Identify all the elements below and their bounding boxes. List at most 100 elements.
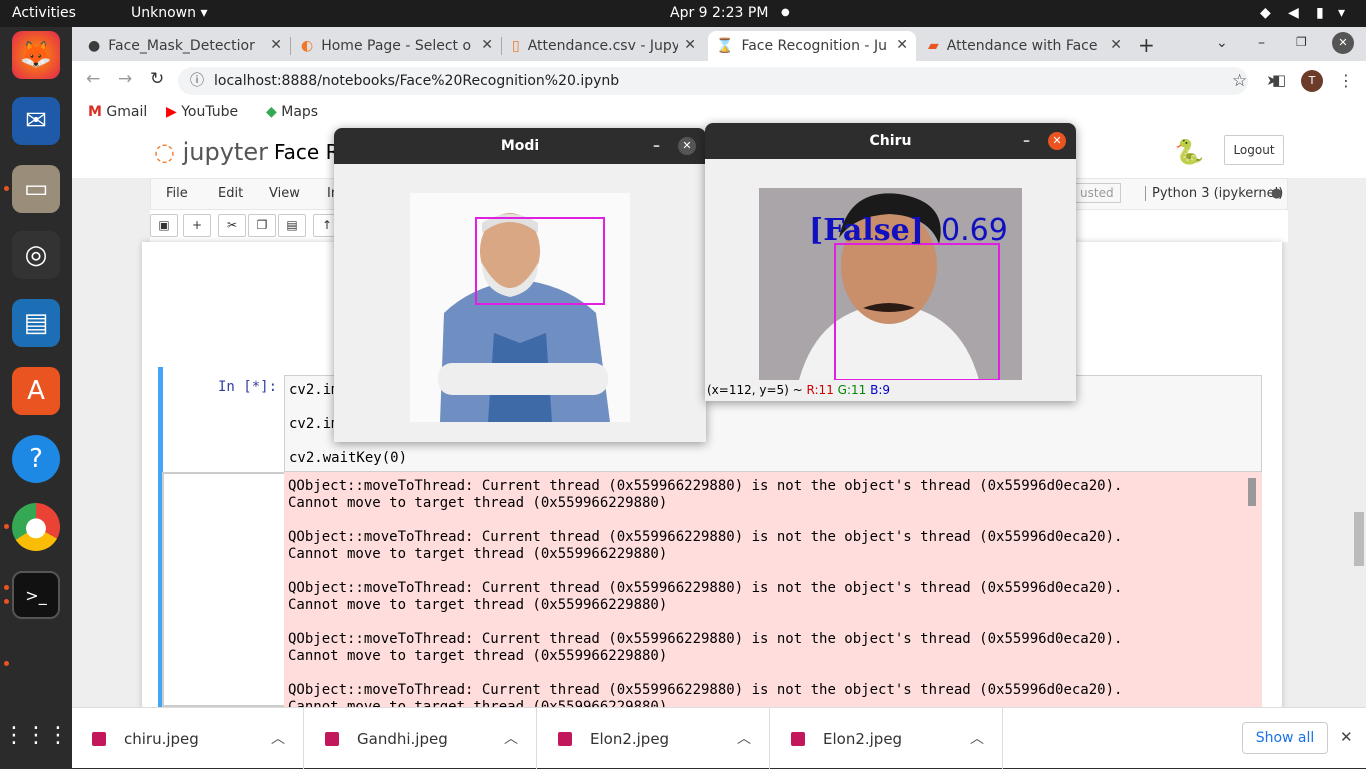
- menu-edit[interactable]: Edit: [218, 186, 243, 201]
- maximize-icon[interactable]: ❐: [1296, 35, 1307, 49]
- tab-close-icon[interactable]: ✕: [1110, 37, 1122, 53]
- image-file-icon: [325, 731, 339, 746]
- logout-button[interactable]: Logout: [1224, 135, 1284, 165]
- modi-image: [410, 193, 630, 422]
- chrome-icon[interactable]: ●: [12, 503, 60, 551]
- output-line: Cannot move to target thread (0x55996622…: [288, 648, 668, 664]
- forward-icon[interactable]: →: [118, 69, 132, 89]
- cursor-position: (x=112, y=5) ~: [707, 383, 803, 397]
- output-scrollbar-thumb[interactable]: [1248, 478, 1256, 506]
- chrome-menu-icon[interactable]: ⋮: [1338, 71, 1354, 90]
- python-logo-icon: 🐍: [1174, 138, 1204, 166]
- tab-close-icon[interactable]: ✕: [684, 37, 696, 53]
- chevron-up-icon[interactable]: ︿: [970, 728, 984, 748]
- close-downloads-icon[interactable]: ✕: [1340, 728, 1353, 746]
- close-icon[interactable]: ✕: [1048, 132, 1066, 150]
- bookmark-star-icon[interactable]: ☆: [1232, 71, 1247, 91]
- cut-icon[interactable]: ✂: [218, 214, 246, 237]
- show-apps-icon[interactable]: ⋮⋮⋮: [3, 711, 69, 759]
- bookmark-maps[interactable]: ◆ Maps: [266, 104, 318, 120]
- blue-value: B:9: [870, 383, 891, 397]
- rhythmbox-icon[interactable]: ◎: [12, 231, 60, 279]
- download-filename: Elon2.jpeg: [590, 729, 670, 748]
- copy-icon[interactable]: ❐: [248, 214, 276, 237]
- minimize-icon[interactable]: –: [1258, 35, 1265, 51]
- side-panel-icon[interactable]: ◧: [1272, 71, 1286, 89]
- output-line: [284, 614, 1262, 631]
- minimize-icon[interactable]: –: [653, 128, 660, 164]
- pixel-status-bar: (x=112, y=5) ~ R:11 G:11 B:9: [705, 380, 1076, 401]
- address-bar[interactable]: ⓘ localhost:8888/notebooks/Face%20Recogn…: [178, 67, 1278, 95]
- notebook-title[interactable]: Face R: [274, 140, 339, 164]
- page-scrollbar-thumb[interactable]: [1354, 512, 1364, 566]
- output-line: [284, 512, 1262, 529]
- dock: 🦊 ✉ ▭ ◎ ▤ A ? ● >_ ⋮⋮⋮: [0, 27, 72, 768]
- file-icon: ▯: [512, 38, 520, 54]
- reload-icon[interactable]: ↻: [150, 69, 164, 89]
- mail-icon[interactable]: ✉: [12, 97, 60, 145]
- image-file-icon: [791, 731, 805, 746]
- add-cell-icon[interactable]: +: [183, 214, 211, 237]
- power-menu-icon[interactable]: ▾: [1338, 5, 1345, 21]
- download-item[interactable]: Gandhi.jpeg ︿: [305, 708, 537, 769]
- menu-file[interactable]: File: [166, 186, 188, 201]
- tab-face-mask[interactable]: ● Face_Mask_Detectior ✕: [80, 31, 290, 61]
- kernel-name: Python 3 (ipykernel): [1145, 186, 1283, 201]
- activities-button[interactable]: Activities: [12, 5, 76, 21]
- menu-view[interactable]: View: [269, 186, 300, 201]
- trusted-indicator[interactable]: usted: [1073, 183, 1121, 203]
- tab-face-recognition[interactable]: ⌛ Face Recognition - Ju ✕: [708, 31, 916, 61]
- jupyter-logo[interactable]: ◌ jupyter: [154, 138, 268, 166]
- chevron-up-icon[interactable]: ︿: [504, 728, 518, 748]
- tab-label: Face Recognition - Ju: [741, 38, 887, 54]
- tab-home-page[interactable]: ◐ Home Page - Select or ✕: [293, 31, 501, 61]
- cell-prompt: In [*]:: [218, 379, 278, 395]
- minimize-icon[interactable]: –: [1023, 123, 1030, 159]
- paste-icon[interactable]: ▤: [278, 214, 306, 237]
- writer-icon[interactable]: ▤: [12, 299, 60, 347]
- chevron-up-icon[interactable]: ︿: [271, 728, 285, 748]
- profile-avatar[interactable]: T: [1301, 70, 1323, 92]
- save-icon[interactable]: ▣: [150, 214, 178, 237]
- window-close-icon[interactable]: ✕: [1332, 32, 1354, 54]
- download-item[interactable]: chiru.jpeg ︿: [72, 708, 304, 769]
- modi-titlebar[interactable]: Modi – ✕: [334, 128, 706, 164]
- terminal-icon[interactable]: >_: [12, 571, 60, 619]
- close-icon[interactable]: ✕: [678, 137, 696, 155]
- bookmark-youtube[interactable]: ▶ YouTube: [166, 104, 238, 120]
- running-indicator: [4, 599, 9, 604]
- clock[interactable]: Apr 9 2:23 PM: [670, 5, 768, 21]
- tab-attendance-face[interactable]: ▰ Attendance with Face ✕: [920, 31, 1130, 61]
- files-icon[interactable]: ▭: [12, 165, 60, 213]
- tab-attendance-csv[interactable]: ▯ Attendance.csv - Jupy ✕: [504, 31, 704, 61]
- tab-search-icon[interactable]: ⌄: [1216, 35, 1228, 51]
- code-line: cv2.im: [289, 382, 340, 398]
- firefox-icon[interactable]: 🦊: [12, 31, 60, 79]
- download-item[interactable]: Elon2.jpeg ︿: [538, 708, 770, 769]
- chiru-titlebar[interactable]: Chiru – ✕: [705, 123, 1076, 159]
- output-line: QObject::moveToThread: Current thread (0…: [288, 580, 1123, 596]
- tab-close-icon[interactable]: ✕: [481, 37, 493, 53]
- download-item[interactable]: Elon2.jpeg ︿: [771, 708, 1003, 769]
- download-filename: Gandhi.jpeg: [357, 729, 448, 748]
- software-center-icon[interactable]: A: [12, 367, 60, 415]
- volume-icon[interactable]: ◀: [1288, 5, 1299, 21]
- tab-close-icon[interactable]: ✕: [896, 37, 908, 53]
- chevron-up-icon[interactable]: ︿: [737, 728, 751, 748]
- green-value: G:11: [837, 383, 867, 397]
- back-icon[interactable]: ←: [86, 69, 100, 89]
- chiru-window: Chiru – ✕ [False] 0.69 (x=112, y=5) ~ R:…: [705, 123, 1076, 401]
- tab-close-icon[interactable]: ✕: [270, 37, 282, 53]
- wifi-icon[interactable]: ◆: [1260, 5, 1271, 21]
- battery-icon[interactable]: ▮: [1316, 5, 1324, 21]
- tab-separator: [501, 37, 502, 55]
- gnome-top-bar: Activities Unknown ▾ Apr 9 2:23 PM ● ◆ ◀…: [0, 0, 1366, 27]
- app-menu[interactable]: Unknown ▾: [131, 5, 207, 21]
- jupyter-icon: ◐: [301, 38, 314, 54]
- show-all-button[interactable]: Show all: [1242, 722, 1328, 754]
- info-icon[interactable]: ⓘ: [190, 67, 204, 95]
- new-tab-button[interactable]: +: [1138, 33, 1155, 57]
- bookmark-gmail[interactable]: M Gmail: [88, 104, 147, 120]
- help-icon[interactable]: ?: [12, 435, 60, 483]
- tab-label: Attendance with Face: [946, 38, 1097, 54]
